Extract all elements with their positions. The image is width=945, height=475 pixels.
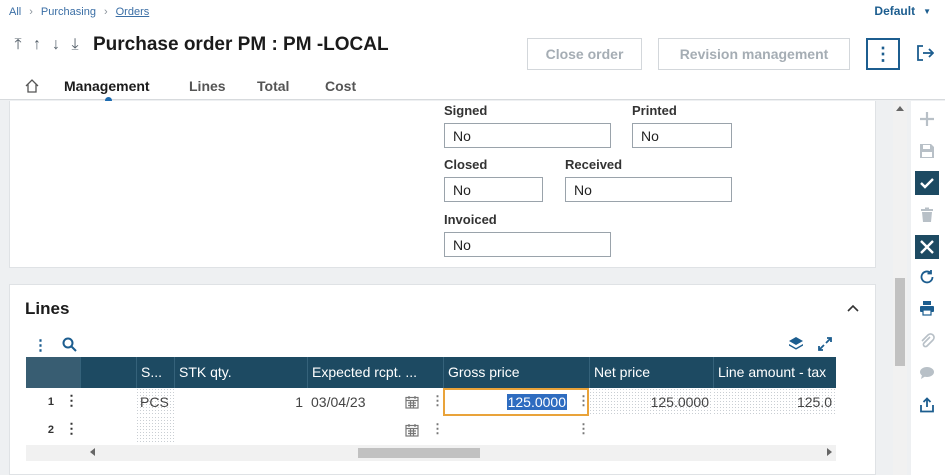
lines-panel: Lines ⋮ S... STK qty. Expected rcpt. ...… — [9, 284, 876, 475]
vertical-scroll-thumb[interactable] — [895, 278, 905, 366]
lines-section-title: Lines — [25, 299, 70, 318]
home-icon[interactable] — [24, 78, 40, 94]
line-amount-cell[interactable]: 125.0 — [713, 388, 836, 416]
breadcrumb: All › Purchasing › Orders — [9, 6, 149, 18]
scroll-up-icon[interactable] — [896, 106, 904, 111]
printed-field: No — [632, 123, 732, 148]
breadcrumb-all[interactable]: All — [9, 6, 21, 18]
save-icon[interactable] — [915, 139, 939, 163]
printed-label: Printed — [632, 103, 677, 118]
received-field: No — [565, 177, 732, 202]
tab-lines[interactable]: Lines — [189, 78, 226, 94]
row-blank-cell — [80, 416, 136, 444]
top-bar: All › Purchasing › Orders Default ▼ ⤒ ↑ … — [0, 0, 945, 104]
column-blank — [80, 357, 136, 388]
expected-receipt-cell[interactable] — [307, 416, 443, 444]
action-rail — [911, 101, 945, 475]
column-unit[interactable]: S... — [136, 357, 174, 388]
caret-down-icon: ▼ — [923, 6, 931, 16]
signed-label: Signed — [444, 103, 488, 118]
horizontal-scrollbar[interactable] — [26, 445, 836, 461]
layers-icon[interactable] — [788, 336, 804, 352]
gross-menu-icon[interactable]: ⋮ — [577, 421, 590, 437]
check-icon[interactable] — [915, 171, 939, 195]
net-price-cell[interactable] — [589, 416, 713, 444]
received-label: Received — [565, 157, 623, 172]
invoiced-field: No — [444, 232, 611, 257]
horizontal-scroll-thumb[interactable] — [358, 448, 480, 458]
user-menu-label: Default — [874, 4, 916, 18]
chevron-up-icon[interactable] — [846, 301, 860, 315]
previous-icon[interactable]: ↑ — [29, 36, 45, 54]
expected-receipt-cell[interactable]: 03/04/23 — [307, 388, 443, 416]
vertical-scrollbar[interactable] — [893, 101, 907, 475]
gross-menu-icon[interactable]: ⋮ — [577, 393, 590, 409]
signed-field: No — [444, 123, 611, 148]
column-line-amount[interactable]: Line amount - tax — [713, 357, 836, 388]
tab-cost[interactable]: Cost — [325, 78, 356, 94]
more-actions-button[interactable]: ⋮ — [866, 38, 900, 70]
unit-cell[interactable] — [136, 416, 174, 444]
record-navigation: ⤒ ↑ ↓ ⤓ — [10, 36, 83, 54]
row-menu-icon[interactable]: ⋮ — [63, 388, 80, 416]
expected-menu-icon[interactable]: ⋮ — [431, 421, 444, 437]
row-blank-cell — [80, 388, 136, 416]
unit-cell[interactable]: PCS — [136, 388, 174, 416]
breadcrumb-purchasing[interactable]: Purchasing — [41, 6, 96, 18]
first-icon[interactable]: ⤒ — [10, 36, 26, 54]
calendar-icon[interactable] — [405, 395, 419, 409]
user-menu[interactable]: Default ▼ — [874, 4, 931, 18]
last-icon[interactable]: ⤓ — [67, 36, 83, 54]
expand-icon[interactable] — [817, 336, 833, 352]
chevron-right-icon: › — [29, 6, 33, 18]
share-icon[interactable] — [915, 393, 939, 417]
chevron-right-icon: › — [103, 6, 108, 18]
attachment-icon[interactable] — [915, 329, 939, 353]
close-order-button[interactable]: Close order — [527, 38, 642, 70]
calendar-icon[interactable] — [405, 423, 419, 437]
column-expected-receipt[interactable]: Expected rcpt. ... — [307, 357, 443, 388]
line-amount-cell[interactable] — [713, 416, 836, 444]
grid-menu-icon[interactable]: ⋮ — [33, 336, 48, 354]
row-number: 1 — [26, 388, 62, 416]
gross-price-cell[interactable] — [443, 416, 589, 444]
row-menu-icon[interactable]: ⋮ — [63, 416, 80, 444]
delete-icon[interactable] — [915, 203, 939, 227]
next-icon[interactable]: ↓ — [48, 36, 64, 54]
breadcrumb-orders[interactable]: Orders — [116, 6, 150, 18]
column-stk-qty[interactable]: STK qty. — [174, 357, 307, 388]
close-icon[interactable] — [915, 235, 939, 259]
tab-management[interactable]: Management — [64, 78, 150, 104]
grid-corner — [26, 357, 80, 388]
refresh-icon[interactable] — [915, 265, 939, 289]
search-icon[interactable] — [62, 337, 77, 352]
page-title: Purchase order PM : PM -LOCAL — [93, 34, 389, 55]
gross-price-cell[interactable]: 125.0000 — [443, 388, 589, 416]
net-price-cell[interactable]: 125.0000 — [589, 388, 713, 416]
column-gross-price[interactable]: Gross price — [443, 357, 589, 388]
exit-icon[interactable] — [916, 44, 934, 62]
expected-menu-icon[interactable]: ⋮ — [431, 393, 444, 409]
closed-field: No — [444, 177, 543, 202]
kebab-icon: ⋮ — [874, 43, 892, 64]
stk-qty-cell[interactable] — [174, 416, 307, 444]
grid-header: S... STK qty. Expected rcpt. ... Gross p… — [26, 357, 836, 388]
scroll-left-icon[interactable] — [90, 448, 95, 456]
gross-price-value: 125.0000 — [506, 394, 567, 410]
column-net-price[interactable]: Net price — [589, 357, 713, 388]
scroll-right-icon[interactable] — [827, 448, 832, 456]
plus-icon[interactable] — [915, 107, 939, 131]
invoiced-label: Invoiced — [444, 212, 497, 227]
tab-total[interactable]: Total — [257, 78, 289, 94]
status-panel: Signed No Printed No Closed No Received … — [9, 101, 876, 268]
closed-label: Closed — [444, 157, 488, 172]
comment-icon[interactable] — [915, 361, 939, 385]
revision-management-button[interactable]: Revision management — [658, 38, 850, 70]
row-number: 2 — [26, 416, 62, 444]
print-icon[interactable] — [915, 296, 939, 320]
stk-qty-cell[interactable]: 1 — [174, 388, 307, 416]
